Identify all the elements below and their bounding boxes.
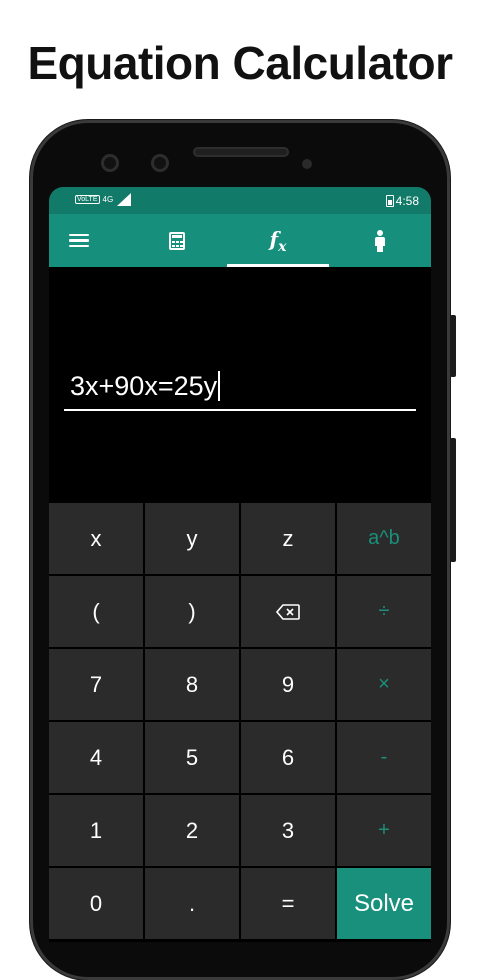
- key-8[interactable]: 8: [145, 649, 239, 720]
- key-multiply[interactable]: ×: [337, 649, 431, 720]
- key-0[interactable]: 0: [49, 868, 143, 939]
- volte-icon: VoLTE: [75, 195, 100, 204]
- key-1[interactable]: 1: [49, 795, 143, 866]
- key-2[interactable]: 2: [145, 795, 239, 866]
- key-x[interactable]: x: [49, 503, 143, 574]
- key-minus[interactable]: -: [337, 722, 431, 793]
- front-camera-secondary: [151, 154, 169, 172]
- menu-button[interactable]: [49, 214, 109, 267]
- key-equals[interactable]: =: [241, 868, 335, 939]
- key-plus[interactable]: +: [337, 795, 431, 866]
- calculator-icon: [169, 231, 185, 250]
- selected-tab-indicator: [227, 264, 329, 267]
- network-type: 4G: [102, 195, 114, 204]
- status-left: VoLTE 4G: [75, 193, 132, 206]
- solve-button[interactable]: Solve: [337, 868, 431, 939]
- key-9[interactable]: 9: [241, 649, 335, 720]
- signal-icon: [117, 193, 132, 206]
- status-bar: VoLTE 4G 4:58: [49, 187, 431, 214]
- battery-icon: [385, 195, 394, 207]
- backspace-icon: [276, 603, 300, 620]
- front-camera: [101, 154, 119, 172]
- backspace-button[interactable]: [241, 576, 335, 647]
- menu-icon: [69, 233, 89, 248]
- equation-text: 3x+90x=25y: [70, 371, 218, 401]
- app-screen: VoLTE 4G 4:58 fx 3x+90x=25y x y z a^b (…: [49, 187, 431, 942]
- volume-button: [450, 438, 456, 562]
- status-right: 4:58: [385, 194, 419, 208]
- key-z[interactable]: z: [241, 503, 335, 574]
- key-3[interactable]: 3: [241, 795, 335, 866]
- equation-input[interactable]: 3x+90x=25y: [64, 365, 416, 411]
- key-close-paren[interactable]: ): [145, 576, 239, 647]
- key-4[interactable]: 4: [49, 722, 143, 793]
- keypad: x y z a^b ( ) ÷ 7 8 9 × 4 5 6 - 1 2 3 +: [49, 503, 431, 942]
- proximity-sensor: [302, 159, 312, 169]
- status-time: 4:58: [395, 194, 419, 208]
- text-cursor: [218, 371, 221, 401]
- top-tab-bar: fx: [49, 214, 431, 267]
- key-5[interactable]: 5: [145, 722, 239, 793]
- key-open-paren[interactable]: (: [49, 576, 143, 647]
- power-button: [450, 315, 456, 377]
- tab-equation[interactable]: fx: [227, 214, 329, 267]
- earpiece-speaker: [193, 147, 289, 157]
- person-icon: [374, 229, 386, 252]
- tab-calculator[interactable]: [127, 214, 227, 267]
- fx-icon: fx: [269, 226, 287, 255]
- key-power[interactable]: a^b: [337, 503, 431, 574]
- key-7[interactable]: 7: [49, 649, 143, 720]
- page-headline: Equation Calculator: [27, 37, 453, 89]
- key-decimal[interactable]: .: [145, 868, 239, 939]
- tab-profile[interactable]: [329, 214, 431, 267]
- key-6[interactable]: 6: [241, 722, 335, 793]
- key-y[interactable]: y: [145, 503, 239, 574]
- key-divide[interactable]: ÷: [337, 576, 431, 647]
